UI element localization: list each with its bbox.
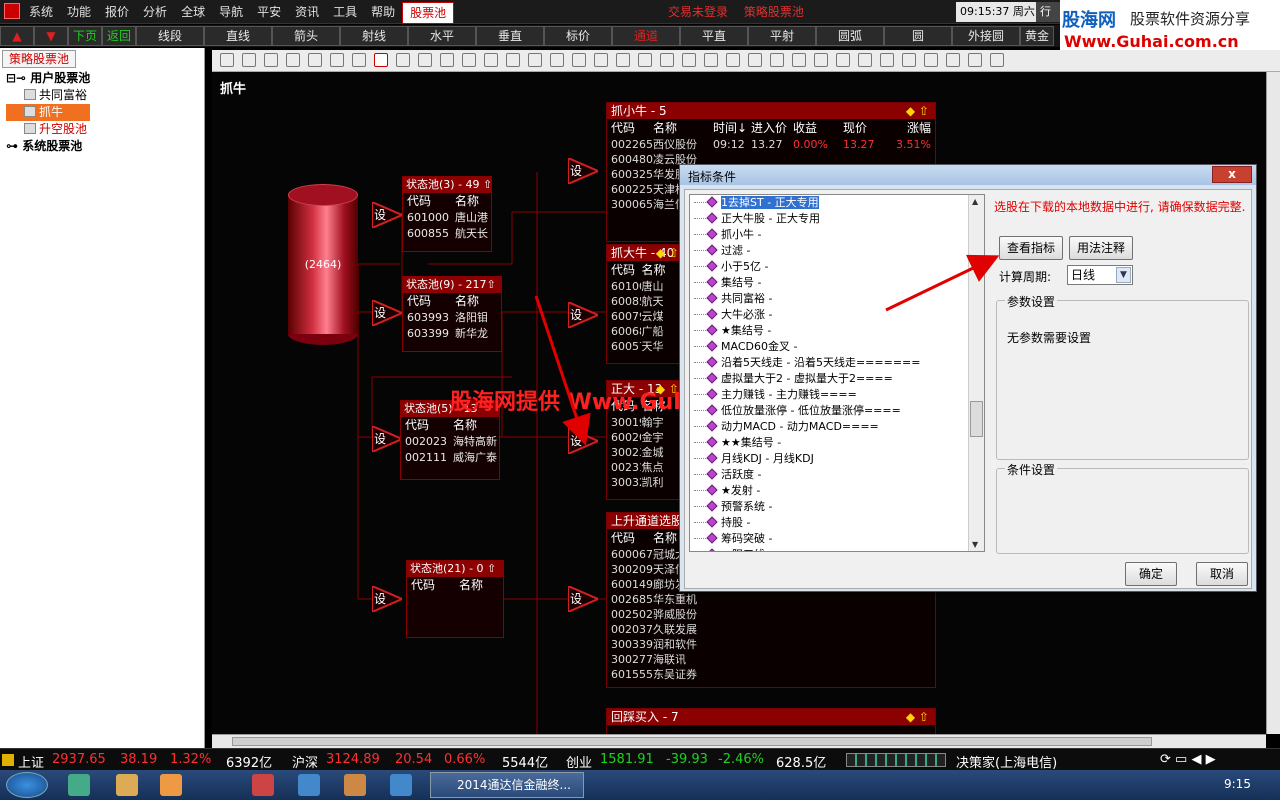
media-icon[interactable]: [160, 774, 182, 796]
status-icon: [2, 754, 14, 766]
annotation-arrows: [534, 254, 1000, 446]
start-button[interactable]: [6, 772, 48, 798]
tray-clock[interactable]: 9:15: [1224, 777, 1251, 791]
vertical-scrollbar[interactable]: [1266, 72, 1280, 734]
annotation-arrow: [885, 254, 1000, 312]
browser-icon[interactable]: [390, 774, 412, 796]
chrome-icon[interactable]: [344, 774, 366, 796]
horizontal-scrollbar[interactable]: [212, 734, 1266, 748]
market-meter: [846, 753, 946, 767]
refresh-icon[interactable]: ⟳ ▭ ◀ ▶: [1160, 752, 1216, 767]
browser-icon[interactable]: [298, 774, 320, 796]
ie-icon[interactable]: [68, 774, 90, 796]
index-status-bar: 上证 2937.65 38.19 1.32% 6392亿 沪深 3124.89 …: [0, 748, 1280, 771]
folder-icon[interactable]: [116, 774, 138, 796]
app-icon[interactable]: [252, 774, 274, 796]
annotation-arrow: [534, 295, 591, 446]
windows-taskbar: 2014通达信金融终... 9:15: [0, 770, 1280, 800]
taskbar-window-tdx[interactable]: 2014通达信金融终...: [430, 772, 584, 798]
